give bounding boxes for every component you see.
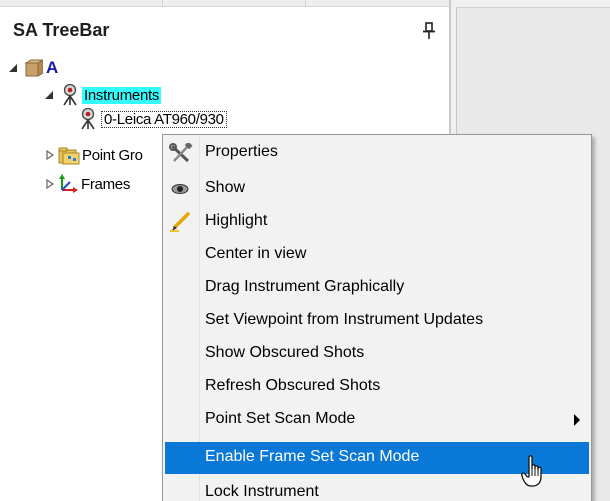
- tree-node-instruments[interactable]: Instruments: [45, 84, 162, 106]
- tree-node-frames[interactable]: Frames: [45, 173, 130, 195]
- highlighter-icon: [170, 212, 190, 232]
- tree-node-point-groups[interactable]: Point Gro: [45, 144, 143, 166]
- menu-item-label: Show: [205, 179, 246, 196]
- tree-point-groups-label: Point Gro: [82, 146, 143, 164]
- tree-node-root[interactable]: A: [9, 57, 58, 79]
- package-icon: [24, 59, 43, 77]
- menu-item-label: Center in view: [205, 245, 307, 262]
- menu-item-label: Set Viewpoint from Instrument Updates: [205, 311, 484, 328]
- menu-item-show[interactable]: Show: [165, 173, 589, 205]
- menu-item-properties[interactable]: Properties: [165, 137, 589, 169]
- context-menu: Properties Show Highlight Center in view…: [162, 134, 592, 501]
- tree-node-instrument-leica[interactable]: 0-Leica AT960/930: [78, 108, 227, 130]
- menu-item-center-in-view[interactable]: Center in view: [165, 239, 589, 271]
- frame-axes-icon: [59, 174, 78, 193]
- menu-item-drag-instrument-graphically[interactable]: Drag Instrument Graphically: [165, 272, 589, 304]
- menu-item-show-obscured-shots[interactable]: Show Obscured Shots: [165, 338, 589, 370]
- expanded-triangle-icon[interactable]: [9, 63, 19, 73]
- tree-instrument-leica-label: 0-Leica AT960/930: [101, 110, 227, 128]
- menu-item-refresh-obscured-shots[interactable]: Refresh Obscured Shots: [165, 371, 589, 403]
- tree-instruments-label: Instruments: [82, 86, 162, 104]
- menu-item-label: Show Obscured Shots: [205, 344, 365, 361]
- collapsed-triangle-icon[interactable]: [45, 179, 55, 189]
- menu-item-label: Enable Frame Set Scan Mode: [205, 448, 420, 465]
- menu-item-highlight[interactable]: Highlight: [165, 206, 589, 238]
- instrument-icon: [81, 108, 95, 130]
- menu-item-label: Drag Instrument Graphically: [205, 278, 405, 295]
- menu-item-point-set-scan-mode[interactable]: Point Set Scan Mode: [165, 404, 589, 436]
- tree-frames-label: Frames: [81, 175, 131, 193]
- menu-item-label: Point Set Scan Mode: [205, 410, 356, 427]
- menu-item-label: Properties: [205, 143, 278, 160]
- pin-icon[interactable]: [422, 22, 436, 40]
- tree-root-label: A: [46, 58, 58, 77]
- menu-item-label: Lock Instrument: [205, 483, 319, 500]
- point-group-folder-icon: [58, 147, 80, 165]
- panel-top-strip: [0, 0, 449, 7]
- panel-header: SA TreeBar: [0, 8, 449, 54]
- hand-pointer-icon: [521, 455, 542, 487]
- panel-title: SA TreeBar: [13, 20, 110, 40]
- menu-item-label: Refresh Obscured Shots: [205, 377, 381, 394]
- instrument-icon: [63, 84, 77, 106]
- tools-icon: [169, 143, 193, 163]
- eye-icon: [171, 184, 189, 194]
- collapsed-triangle-icon[interactable]: [45, 150, 55, 160]
- menu-item-set-viewpoint[interactable]: Set Viewpoint from Instrument Updates: [165, 305, 589, 337]
- submenu-arrow-icon: [574, 414, 580, 426]
- expanded-triangle-icon[interactable]: [45, 90, 55, 100]
- menu-item-label: Highlight: [205, 212, 268, 229]
